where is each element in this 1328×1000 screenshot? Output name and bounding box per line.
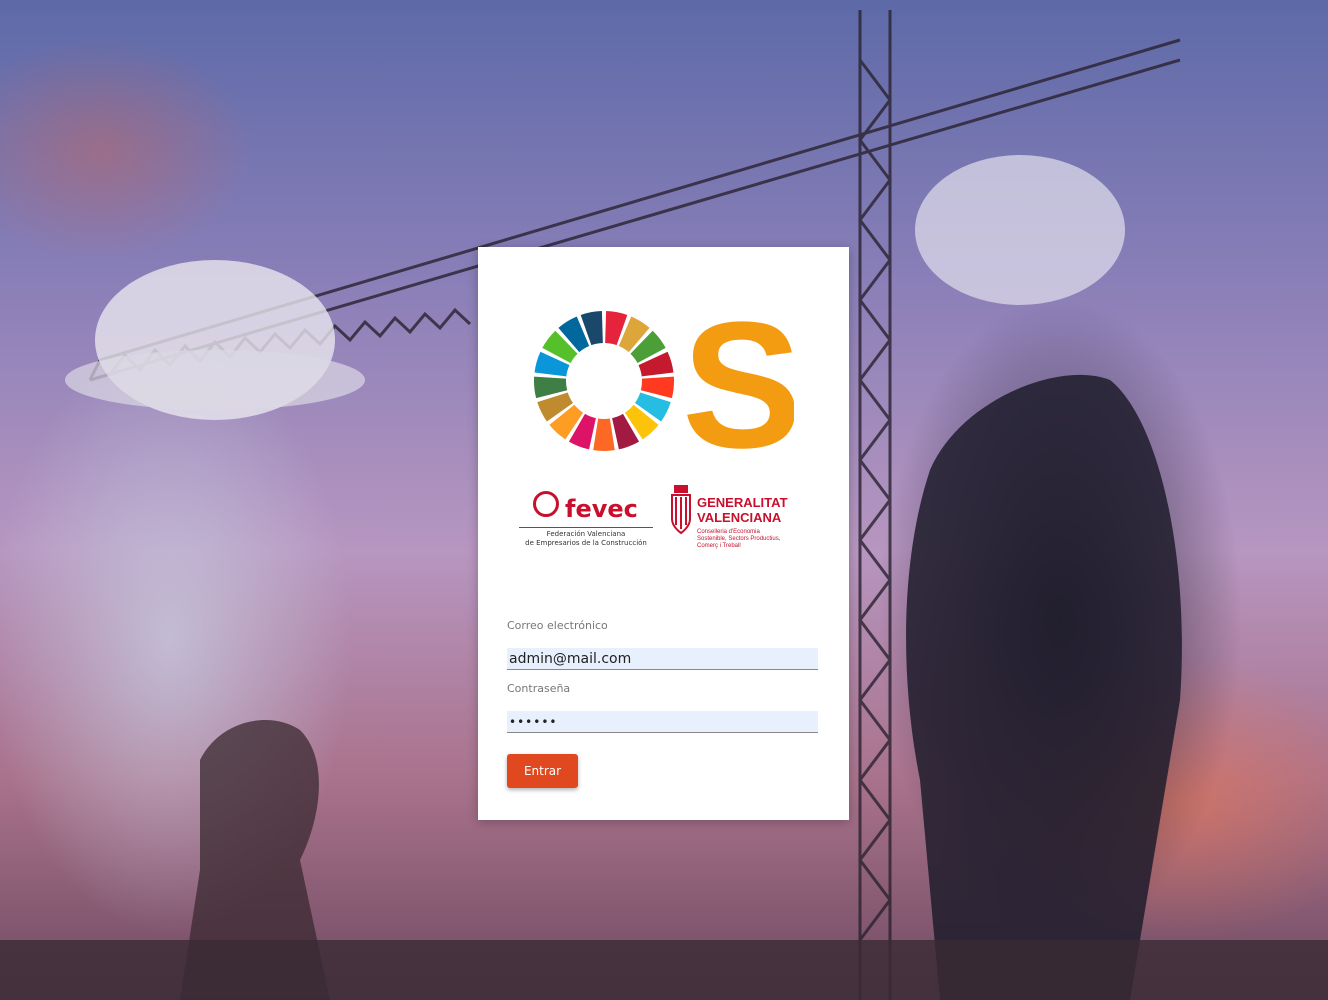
- login-card: S fevec Federación Valenciana de Empresa…: [478, 247, 849, 820]
- password-field[interactable]: ••••••: [507, 711, 818, 733]
- fevec-logo: fevec Federación Valenciana de Empresari…: [511, 477, 661, 561]
- generalitat-logo: GENERALITAT VALENCIANA Conselleria d'Eco…: [666, 479, 812, 559]
- fevec-mark-icon: [533, 491, 559, 517]
- ods-letter-s: S: [682, 303, 794, 463]
- fevec-subtitle-line2: de Empresarios de la Construcción: [525, 539, 647, 547]
- generalitat-title-line1: GENERALITAT: [697, 495, 788, 510]
- email-field[interactable]: admin@mail.com: [507, 648, 818, 670]
- generalitat-subtitle: Conselleria d'Economia Sostenible, Secto…: [697, 529, 812, 550]
- generalitat-title: GENERALITAT VALENCIANA: [697, 495, 812, 525]
- helmet-right: [915, 155, 1125, 305]
- sdg-wheel-segment: [593, 418, 615, 451]
- fevec-subtitle: Federación Valenciana de Empresarios de …: [511, 530, 661, 548]
- generalitat-title-line2: VALENCIANA: [697, 510, 782, 525]
- generalitat-subtitle-line2: Sostenible, Sectors Productius,: [697, 536, 781, 542]
- generalitat-shield-icon: [671, 485, 691, 535]
- ods-logo: S: [534, 285, 802, 486]
- email-label: Correo electrónico: [507, 619, 608, 632]
- sdg-wheel-icon: S: [534, 285, 802, 486]
- generalitat-subtitle-line3: Comerç i Treball: [697, 543, 741, 549]
- fevec-divider: [519, 527, 653, 528]
- password-label: Contraseña: [507, 682, 571, 695]
- generalitat-subtitle-line1: Conselleria d'Economia: [697, 529, 760, 535]
- login-button[interactable]: Entrar: [507, 754, 578, 788]
- fevec-name: fevec: [565, 495, 638, 523]
- fevec-subtitle-line1: Federación Valenciana: [546, 530, 626, 538]
